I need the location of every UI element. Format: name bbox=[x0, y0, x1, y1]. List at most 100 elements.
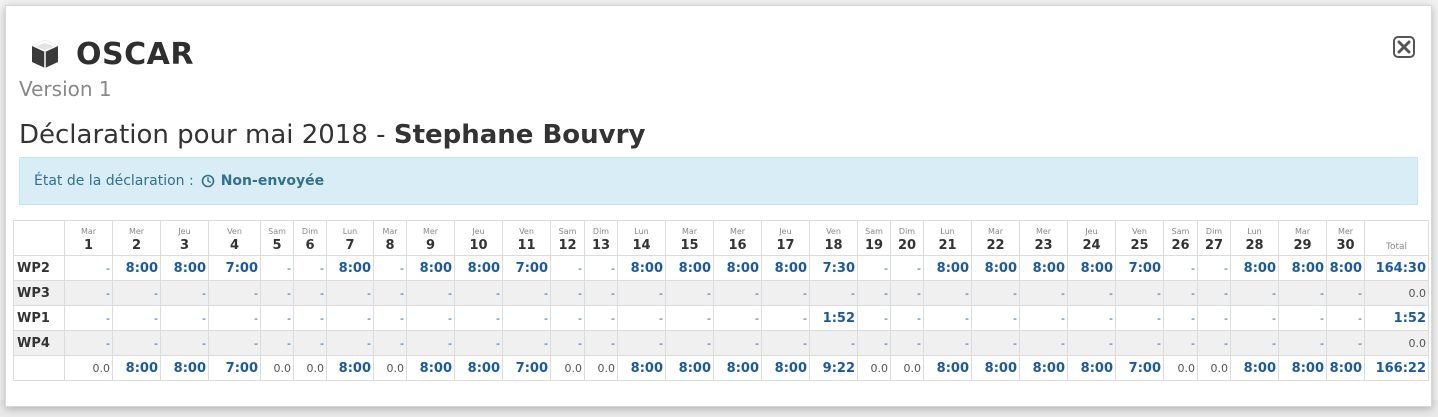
hours-cell[interactable]: - bbox=[208, 280, 261, 306]
hours-cell[interactable]: - bbox=[584, 280, 618, 306]
hours-cell[interactable]: - bbox=[406, 330, 455, 356]
hours-cell[interactable]: - bbox=[326, 330, 374, 356]
hours-cell[interactable]: - bbox=[890, 305, 924, 331]
hours-cell[interactable]: - bbox=[64, 255, 113, 281]
hours-cell[interactable]: 7:00 bbox=[1115, 255, 1164, 281]
hours-cell[interactable]: - bbox=[1067, 330, 1116, 356]
hours-cell[interactable]: - bbox=[584, 255, 618, 281]
hours-cell[interactable]: - bbox=[64, 305, 113, 331]
hours-cell[interactable]: - bbox=[617, 330, 666, 356]
hours-cell[interactable]: 8:00 bbox=[1067, 255, 1116, 281]
hours-cell[interactable]: - bbox=[64, 330, 113, 356]
hours-cell[interactable]: - bbox=[923, 330, 972, 356]
hours-cell[interactable]: - bbox=[890, 255, 924, 281]
hours-cell[interactable]: 8:00 bbox=[112, 255, 161, 281]
hours-cell[interactable]: 8:00 bbox=[971, 255, 1020, 281]
hours-cell[interactable]: - bbox=[890, 330, 924, 356]
hours-cell[interactable]: 8:00 bbox=[713, 255, 762, 281]
hours-cell[interactable]: - bbox=[454, 305, 503, 331]
hours-cell[interactable]: - bbox=[208, 330, 261, 356]
hours-cell[interactable]: - bbox=[373, 330, 407, 356]
hours-cell[interactable]: - bbox=[890, 280, 924, 306]
hours-cell[interactable]: - bbox=[761, 280, 810, 306]
hours-cell[interactable]: - bbox=[1197, 330, 1231, 356]
hours-cell[interactable]: - bbox=[857, 330, 891, 356]
hours-cell[interactable]: - bbox=[406, 305, 455, 331]
hours-cell[interactable]: - bbox=[809, 330, 858, 356]
hours-cell[interactable]: 7:00 bbox=[208, 255, 261, 281]
hours-cell[interactable]: 8:00 bbox=[761, 255, 810, 281]
hours-cell[interactable]: - bbox=[550, 330, 585, 356]
hours-cell[interactable]: - bbox=[713, 280, 762, 306]
hours-cell[interactable]: - bbox=[260, 305, 294, 331]
hours-cell[interactable]: 8:00 bbox=[617, 255, 666, 281]
hours-cell[interactable]: - bbox=[617, 280, 666, 306]
hours-cell[interactable]: - bbox=[971, 330, 1020, 356]
hours-cell[interactable]: - bbox=[1019, 330, 1068, 356]
hours-cell[interactable]: - bbox=[208, 305, 261, 331]
hours-cell[interactable]: - bbox=[857, 305, 891, 331]
hours-cell[interactable]: - bbox=[761, 330, 810, 356]
hours-cell[interactable]: - bbox=[293, 280, 327, 306]
hours-cell[interactable]: - bbox=[64, 280, 113, 306]
hours-cell[interactable]: - bbox=[373, 305, 407, 331]
hours-cell[interactable]: 8:00 bbox=[454, 255, 503, 281]
hours-cell[interactable]: 8:00 bbox=[1278, 255, 1327, 281]
hours-cell[interactable]: - bbox=[584, 330, 618, 356]
hours-cell[interactable]: - bbox=[923, 305, 972, 331]
hours-cell[interactable]: - bbox=[326, 280, 374, 306]
hours-cell[interactable]: - bbox=[112, 330, 161, 356]
hours-cell[interactable]: - bbox=[1163, 305, 1198, 331]
hours-cell[interactable]: - bbox=[160, 280, 209, 306]
hours-cell[interactable]: - bbox=[971, 280, 1020, 306]
hours-cell[interactable]: - bbox=[1326, 280, 1365, 306]
hours-cell[interactable]: - bbox=[1197, 255, 1231, 281]
hours-cell[interactable]: 8:00 bbox=[923, 255, 972, 281]
hours-cell[interactable]: 7:00 bbox=[502, 255, 551, 281]
hours-cell[interactable]: - bbox=[1067, 280, 1116, 306]
hours-cell[interactable]: - bbox=[1278, 280, 1327, 306]
hours-cell[interactable]: - bbox=[550, 255, 585, 281]
hours-cell[interactable]: - bbox=[502, 280, 551, 306]
hours-cell[interactable]: - bbox=[857, 255, 891, 281]
hours-cell[interactable]: - bbox=[502, 330, 551, 356]
hours-cell[interactable]: - bbox=[1067, 305, 1116, 331]
close-button[interactable] bbox=[1391, 34, 1417, 60]
hours-cell[interactable]: 1:52 bbox=[809, 305, 858, 331]
hours-cell[interactable]: 8:00 bbox=[1019, 255, 1068, 281]
hours-cell[interactable]: - bbox=[665, 305, 714, 331]
hours-cell[interactable]: - bbox=[454, 280, 503, 306]
hours-cell[interactable]: - bbox=[1230, 280, 1279, 306]
hours-cell[interactable]: 8:00 bbox=[665, 255, 714, 281]
hours-cell[interactable]: - bbox=[584, 305, 618, 331]
hours-cell[interactable]: - bbox=[971, 305, 1020, 331]
hours-cell[interactable]: - bbox=[326, 305, 374, 331]
hours-cell[interactable]: - bbox=[1115, 305, 1164, 331]
hours-cell[interactable]: - bbox=[1230, 330, 1279, 356]
hours-cell[interactable]: - bbox=[1115, 330, 1164, 356]
hours-cell[interactable]: - bbox=[502, 305, 551, 331]
hours-cell[interactable]: - bbox=[406, 280, 455, 306]
hours-cell[interactable]: - bbox=[1019, 280, 1068, 306]
hours-cell[interactable]: - bbox=[1197, 305, 1231, 331]
hours-cell[interactable]: - bbox=[454, 330, 503, 356]
hours-cell[interactable]: - bbox=[665, 280, 714, 306]
hours-cell[interactable]: 8:00 bbox=[406, 255, 455, 281]
hours-cell[interactable]: - bbox=[550, 280, 585, 306]
hours-cell[interactable]: - bbox=[550, 305, 585, 331]
hours-cell[interactable]: 8:00 bbox=[326, 255, 374, 281]
hours-cell[interactable]: - bbox=[260, 280, 294, 306]
hours-cell[interactable]: - bbox=[1163, 280, 1198, 306]
hours-cell[interactable]: - bbox=[1326, 305, 1365, 331]
hours-cell[interactable]: - bbox=[373, 255, 407, 281]
hours-cell[interactable]: - bbox=[160, 305, 209, 331]
hours-cell[interactable]: - bbox=[1278, 305, 1327, 331]
hours-cell[interactable]: - bbox=[1163, 330, 1198, 356]
hours-cell[interactable]: - bbox=[713, 330, 762, 356]
hours-cell[interactable]: - bbox=[160, 330, 209, 356]
hours-cell[interactable]: - bbox=[617, 305, 666, 331]
hours-cell[interactable]: - bbox=[293, 330, 327, 356]
hours-cell[interactable]: - bbox=[260, 330, 294, 356]
hours-cell[interactable]: - bbox=[1326, 330, 1365, 356]
hours-cell[interactable]: - bbox=[923, 280, 972, 306]
